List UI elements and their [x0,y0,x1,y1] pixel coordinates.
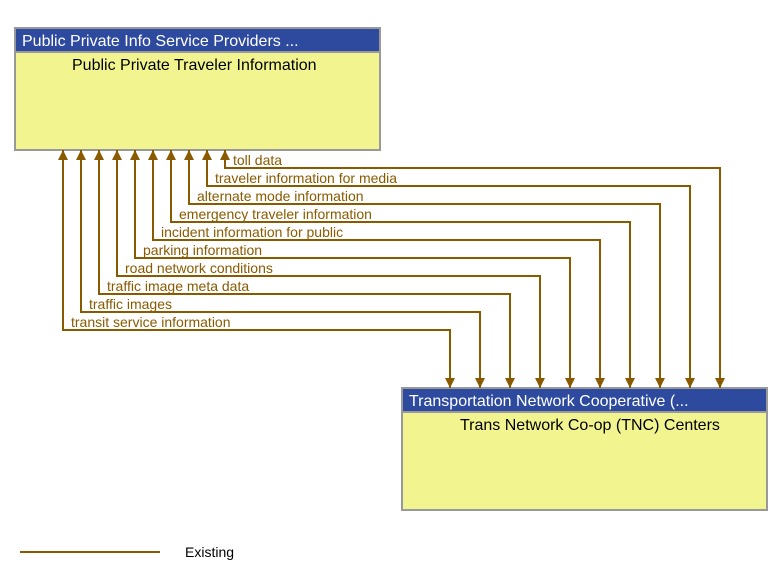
flow-label: traffic image meta data [107,278,249,294]
arrowhead-icon [625,378,635,388]
legend-existing: Existing [185,544,234,560]
arrowhead-icon [475,378,485,388]
target-body: Trans Network Co-op (TNC) Centers [460,417,720,434]
flow-label: alternate mode information [197,188,364,204]
arrowhead-icon [445,378,455,388]
flow-label: road network conditions [125,260,273,276]
arrowhead-icon [112,150,122,160]
arrowhead-icon [505,378,515,388]
source-body: Public Private Traveler Information [72,57,317,74]
arrowhead-icon [565,378,575,388]
flow-label: transit service information [71,314,231,330]
flow-label: traveler information for media [215,170,397,186]
arrowhead-icon [202,150,212,160]
target-title: Transportation Network Cooperative (... [409,393,689,410]
arrowhead-icon [184,150,194,160]
arrowhead-icon [130,150,140,160]
flow-label: parking information [143,242,262,258]
target-entity: Transportation Network Cooperative (... … [402,388,767,510]
arrowhead-icon [94,150,104,160]
arrowhead-icon [58,150,68,160]
arrowhead-icon [220,150,230,160]
arrowhead-icon [76,150,86,160]
flow-label: emergency traveler information [179,206,372,222]
legend: Existing [20,544,234,560]
flow-label: traffic images [89,296,172,312]
arrowhead-icon [655,378,665,388]
source-title: Public Private Info Service Providers ..… [22,33,299,50]
information-flows: toll data traveler information for media a… [58,150,725,388]
arrowhead-icon [148,150,158,160]
flow-label: toll data [233,152,282,168]
arrowhead-icon [535,378,545,388]
flow-label: incident information for public [161,224,343,240]
source-entity: Public Private Info Service Providers ..… [15,28,380,150]
arrowhead-icon [685,378,695,388]
arrowhead-icon [595,378,605,388]
arrowhead-icon [166,150,176,160]
architecture-diagram: Public Private Info Service Providers ..… [0,0,783,580]
arrowhead-icon [715,378,725,388]
